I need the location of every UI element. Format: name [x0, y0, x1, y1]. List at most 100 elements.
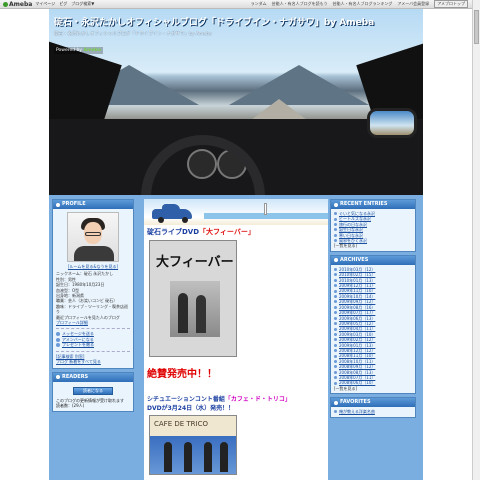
bullet-icon: [334, 343, 337, 347]
dvd-cover-person: [196, 295, 206, 333]
profile-heading-text: PROFILE: [62, 201, 86, 207]
recent-entries-box: RECENT ENTRIES ぐいと気になる永沢 ビートルズな永沢 旅行の日な永…: [330, 199, 416, 252]
recent-entries-more-link[interactable]: [一覧を見る]: [334, 243, 412, 248]
bullet-icon: [334, 228, 337, 232]
profile-avatar[interactable]: [67, 212, 119, 262]
favorite-link[interactable]: 俺が教える洋楽名曲: [334, 409, 412, 414]
top-right-link-celeb-blogs[interactable]: 芸能人・有名人ブログを読もう: [272, 1, 328, 7]
blog-subtitle: 碇石・永沢たかしオフィシャルブログ「ドライブイン・ナガサワ」by Ameba: [54, 32, 212, 37]
bullet-icon: [334, 359, 337, 363]
readers-heading: READERS: [53, 372, 133, 382]
bullet-icon: [334, 316, 337, 320]
bullet-icon: [334, 233, 337, 237]
archives-heading: ARCHIVES: [331, 255, 415, 265]
dvd-cover-title: 大フィーバー: [156, 255, 234, 270]
ameba-logo[interactable]: Ameba: [3, 1, 32, 8]
bullet-icon: [56, 202, 60, 207]
blog-entry: 碇石ライブDVD「大フィーバー」 大フィーバー 絶賛発売中！！ シチュエーション…: [144, 225, 328, 477]
cafe-cover-person: [220, 442, 228, 472]
scrollbar-thumb[interactable]: [474, 10, 479, 44]
bullet-icon: [56, 375, 60, 379]
bullet-icon: [334, 376, 337, 380]
bullet-icon: [334, 311, 337, 315]
readers-body: 読者になる このブログの更新情報が受け取れます 読者数：(29人): [53, 382, 133, 412]
side-mirror: [367, 108, 417, 138]
become-reader-button[interactable]: 読者になる: [73, 386, 113, 395]
bullet-icon: [334, 300, 337, 304]
archives-more-link[interactable]: [一覧を見る]: [334, 386, 412, 391]
readers-count: 読者数：(29人): [56, 402, 85, 408]
bullet-icon: [334, 273, 337, 277]
profile-heading: PROFILE: [53, 200, 133, 209]
bullet-icon: [334, 295, 337, 299]
on-sale-text: 絶賛発売中！！: [147, 369, 217, 380]
bullet-icon: [334, 284, 337, 288]
bullet-icon: [334, 223, 337, 227]
top-link-mypage[interactable]: マイページ: [35, 1, 55, 7]
ameba-logo-text: Ameba: [9, 0, 33, 8]
top-right-link-ranking[interactable]: 芸能人・有名人ブログランキング: [333, 1, 393, 7]
situation-comedy-title: 「カフェ・ド・トリコ」: [224, 396, 291, 403]
dvd-title-quoted: 「大フィーバー」: [199, 228, 255, 236]
archives-list: 2010年03月（12） 2010年02月（15） 2010年01月（13） 2009…: [331, 265, 415, 393]
favorites-heading: FAVORITES: [331, 398, 415, 408]
bullet-icon: [334, 410, 337, 414]
top-link-blog-search[interactable]: ブログ検索▼: [71, 1, 94, 7]
bullet-icon: [334, 268, 337, 272]
top-right-links: ランダム 芸能人・有名人ブログを読もう 芸能人・有名人ブログランキング アメーバ…: [251, 0, 472, 8]
recent-entries-heading: RECENT ENTRIES: [331, 200, 415, 209]
vertical-scrollbar[interactable]: [472, 0, 480, 480]
room-link[interactable]: [ルームを見る&なうを見る]: [56, 264, 130, 269]
present-icon: [56, 342, 60, 347]
bullet-icon: [334, 212, 337, 216]
favorites-heading-text: FAVORITES: [340, 399, 371, 406]
bullet-icon: [334, 217, 337, 221]
powered-by-ameba[interactable]: Powered by Ameba: [54, 47, 104, 54]
bullet-icon: [334, 332, 337, 336]
ameblo-top-button[interactable]: アメブロトップ: [434, 0, 468, 8]
cafe-de-trico-cover-image[interactable]: CAFE DE TRICO: [149, 415, 237, 475]
profile-detail-link[interactable]: プロフィール詳細: [56, 320, 130, 325]
readers-heading-text: READERS: [62, 373, 89, 380]
dvd-title-prefix: 碇石ライブDVD: [147, 228, 200, 236]
top-nav-links: マイページ ピグ ブログ検索▼: [35, 1, 94, 7]
blog-title[interactable]: 碇石・永沢たかしオフィシャルブログ「ドライブイン・ナガサワ」by Ameba: [54, 15, 374, 28]
entry-banner: [144, 199, 328, 225]
amember-icon: [56, 337, 60, 342]
bullet-icon: [334, 278, 337, 282]
cafe-cover-person: [204, 442, 212, 472]
send-present-label: プレゼントを贈る: [62, 342, 94, 348]
readers-box: READERS 読者になる このブログの更新情報が受け取れます 読者数：(29人…: [52, 371, 134, 413]
dvd-cover-image[interactable]: 大フィーバー: [149, 240, 237, 357]
recent-entries-list: ぐいと気になる永沢 ビートルズな永沢 旅行の日な永沢 誕生日な永沢 寒い日な永沢…: [331, 209, 415, 251]
blog-page: 碇石・永沢たかしオフィシャルブログ「ドライブイン・ナガサワ」by Ameba 碇…: [49, 9, 423, 480]
favorite-label: 俺が教える洋楽名曲: [339, 409, 375, 415]
bullet-icon: [334, 365, 337, 369]
recent-entries-heading-text: RECENT ENTRIES: [340, 201, 388, 207]
ameba-logo-icon: [3, 1, 8, 7]
top-right-link-register[interactable]: アメーバ会員登録: [397, 1, 429, 7]
archives-heading-text: ARCHIVES: [340, 256, 369, 263]
profile-action-links: メッセージを送る アメンバーになる プレゼントを贈る: [56, 328, 130, 347]
profile-body: [ルームを見る&なうを見る] ニックネーム：碇石 永沢たかし 性別：男性 誕生日…: [53, 209, 133, 368]
powered-by-label: Powered by: [56, 48, 83, 53]
ameba-top-bar: Ameba マイページ ピグ ブログ検索▼ ランダム 芸能人・有名人ブログを読も…: [0, 0, 472, 9]
bullet-icon: [334, 327, 337, 331]
message-icon: [56, 332, 60, 337]
blog-new-link[interactable]: ブログ 新着をすべて見る: [56, 359, 130, 364]
cafe-cover-person: [164, 442, 172, 472]
bullet-icon: [334, 305, 337, 309]
bullet-icon: [334, 370, 337, 374]
dvd-title[interactable]: 碇石ライブDVD「大フィーバー」: [147, 227, 325, 237]
top-right-link-random[interactable]: ランダム: [251, 1, 267, 7]
bullet-icon: [334, 239, 337, 243]
bullet-icon: [334, 289, 337, 293]
main-content: 碇石ライブDVD「大フィーバー」 大フィーバー 絶賛発売中！！ シチュエーション…: [144, 199, 328, 480]
bullet-icon: [334, 349, 337, 353]
bullet-icon: [334, 400, 338, 405]
powered-by-brand: Ameba: [83, 48, 102, 53]
top-link-pigg[interactable]: ピグ: [59, 1, 67, 7]
avatar-glasses: [85, 232, 101, 236]
send-present-link[interactable]: プレゼントを贈る: [56, 342, 130, 347]
bullet-icon: [334, 338, 337, 342]
